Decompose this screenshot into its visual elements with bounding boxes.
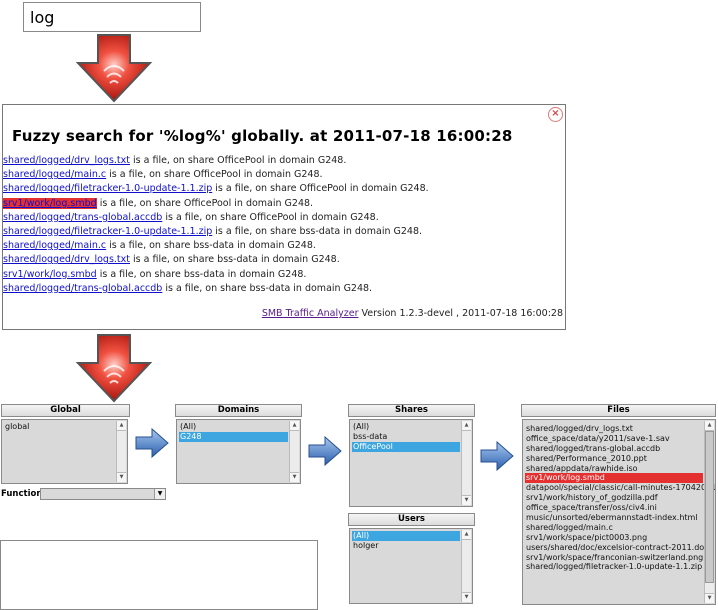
result-description: is a file, on share bss-data in domain G… (129, 254, 340, 266)
users-option[interactable]: holger (352, 541, 460, 551)
domains-option[interactable]: G248 (179, 431, 288, 442)
domains-listbox[interactable]: (All) G248 ▲ ▼ (176, 419, 301, 484)
result-file-link[interactable]: shared/logged/drv_logs.txt (3, 254, 130, 265)
results-footer: SMB Traffic Analyzer Version 1.2.3-devel… (262, 308, 563, 319)
result-row: shared/logged/drv_logs.txt is a file, on… (3, 154, 565, 168)
global-option[interactable]: global (4, 422, 115, 432)
result-description: is a file, on share OfficePool in domain… (96, 197, 314, 209)
result-file-link[interactable]: shared/logged/drv_logs.txt (3, 155, 130, 166)
files-option[interactable]: datapool/special/classic/call-minutes-17… (525, 483, 715, 493)
files-scroll-thumb[interactable] (705, 431, 714, 583)
result-row: shared/logged/filetracker-1.0-update-1.1… (3, 182, 565, 196)
result-file-link[interactable]: shared/logged/main.c (3, 240, 106, 251)
result-file-link[interactable]: srv1/work/log.smbd (3, 269, 97, 280)
result-row: shared/logged/main.c is a file, on share… (3, 239, 565, 253)
result-description: is a file, on share OfficePool in domain… (212, 183, 429, 195)
result-row: shared/logged/drv_logs.txt is a file, on… (3, 253, 565, 267)
files-option[interactable]: srv1/work/log.smbd (525, 473, 703, 484)
result-description: is a file, on share bss-data in domain G… (106, 240, 316, 252)
result-row: shared/logged/filetracker-1.0-update-1.1… (3, 225, 565, 239)
result-file-link[interactable]: shared/logged/trans-global.accdb (3, 283, 162, 294)
shares-option[interactable]: OfficePool (352, 441, 460, 452)
users-listbox[interactable]: (All) holger ▲ ▼ (349, 528, 473, 604)
result-file-link[interactable]: shared/logged/main.c (3, 169, 106, 180)
smb-traffic-analyzer-link[interactable]: SMB Traffic Analyzer (262, 308, 359, 319)
global-scrollbar[interactable]: ▲ ▼ (116, 421, 126, 482)
shares-option[interactable]: (All) (352, 422, 460, 432)
result-description: is a file, on share OfficePool in domain… (129, 155, 347, 166)
files-option[interactable]: shared/logged/trans-global.accdb (525, 444, 703, 454)
scroll-up-icon[interactable]: ▲ (462, 530, 471, 540)
files-scrollbar[interactable]: ▲ ▼ (704, 421, 714, 603)
result-file-link[interactable]: shared/logged/trans-global.accdb (3, 212, 162, 223)
scroll-up-icon[interactable]: ▲ (705, 421, 714, 431)
result-file-link[interactable]: shared/logged/filetracker-1.0-update-1.1… (3, 226, 212, 237)
result-row: shared/logged/main.c is a file, on share… (3, 168, 565, 182)
result-row: srv1/work/log.smbd is a file, on share b… (3, 268, 565, 282)
scroll-up-icon[interactable]: ▲ (462, 421, 471, 431)
result-description: is a file, on share bss-data in domain G… (96, 268, 307, 280)
result-row: srv1/work/log.smbd is a file, on share O… (3, 197, 565, 211)
scroll-up-icon[interactable]: ▲ (117, 421, 126, 431)
result-description: is a file, on share OfficePool in domain… (162, 211, 379, 223)
scroll-down-icon[interactable]: ▼ (462, 592, 471, 602)
global-listbox[interactable]: global ▲ ▼ (1, 419, 128, 484)
files-option[interactable]: shared/logged/main.c (525, 523, 703, 533)
result-description: is a file, on share OfficePool in domain… (106, 169, 323, 181)
users-option[interactable]: (All) (352, 531, 460, 541)
files-option[interactable]: office_space/transfer/oss/civ4.ini (525, 503, 703, 513)
chevron-down-icon[interactable]: ▼ (154, 489, 165, 499)
domains-panel-header: Domains (175, 404, 302, 417)
files-option[interactable]: shared/appdata/rawhide.iso (525, 464, 703, 474)
files-option[interactable]: users/shared/doc/excelsior-contract-2011… (525, 543, 709, 553)
result-description: is a file, on share bss-data in domain G… (162, 282, 373, 294)
result-row: shared/logged/trans-global.accdb is a fi… (3, 211, 565, 225)
blue-right-arrow-icon (135, 428, 169, 458)
result-description: is a file, on share bss-data in domain G… (212, 225, 423, 237)
results-title: Fuzzy search for '%log%' globally. at 20… (12, 127, 513, 145)
scroll-down-icon[interactable]: ▼ (462, 495, 471, 505)
files-option[interactable]: shared/Performance_2010.ppt (525, 454, 703, 464)
files-option[interactable]: office_space/data/y2011/save-1.sav (525, 434, 703, 444)
red-down-arrow-icon (75, 334, 153, 403)
scroll-down-icon[interactable]: ▼ (290, 472, 299, 482)
output-box (0, 540, 318, 610)
files-option[interactable]: shared/logged/filetracker-1.0-update-1.1… (525, 562, 703, 572)
files-option[interactable]: srv1/work/space/franconian-switzerland.p… (525, 553, 703, 563)
domains-scrollbar[interactable]: ▲ ▼ (289, 421, 299, 482)
global-panel-header: Global (1, 404, 130, 417)
files-option[interactable]: music/unsorted/ebermannstadt-index.html (525, 513, 703, 523)
result-row: shared/logged/trans-global.accdb is a fi… (3, 282, 565, 296)
users-panel-header: Users (348, 513, 475, 526)
red-down-arrow-icon (75, 34, 153, 103)
files-option[interactable]: srv1/work/space/pict0003.png (525, 533, 703, 543)
search-input[interactable] (23, 2, 201, 32)
function-select[interactable]: ▼ (40, 488, 166, 500)
result-file-link[interactable]: shared/logged/filetracker-1.0-update-1.1… (3, 183, 212, 194)
shares-option[interactable]: bss-data (352, 432, 460, 442)
domains-option[interactable]: (All) (179, 422, 288, 432)
blue-right-arrow-icon (480, 441, 514, 471)
result-list: shared/logged/drv_logs.txt is a file, on… (3, 154, 565, 296)
scroll-down-icon[interactable]: ▼ (705, 593, 714, 603)
close-icon[interactable]: × (548, 107, 563, 122)
users-scrollbar[interactable]: ▲ ▼ (461, 530, 471, 602)
blue-right-arrow-icon (308, 436, 342, 466)
result-file-link[interactable]: srv1/work/log.smbd (3, 197, 97, 209)
files-panel-header: Files (521, 404, 716, 417)
version-text: Version 1.2.3-devel , 2011-07-18 16:00:2… (358, 308, 564, 319)
scroll-down-icon[interactable]: ▼ (117, 472, 126, 482)
files-option[interactable]: srv1/work/history_of_godzilla.pdf (525, 493, 703, 503)
shares-panel-header: Shares (348, 404, 475, 417)
shares-listbox[interactable]: (All) bss-data OfficePool ▲ ▼ (349, 419, 473, 507)
search-results-panel: × Fuzzy search for '%log%' globally. at … (2, 104, 566, 330)
shares-scrollbar[interactable]: ▲ ▼ (461, 421, 471, 505)
files-option[interactable]: shared/logged/drv_logs.txt (525, 424, 703, 434)
files-listbox[interactable]: shared/logged/drv_logs.txt office_space/d… (522, 419, 716, 605)
scroll-up-icon[interactable]: ▲ (290, 421, 299, 431)
